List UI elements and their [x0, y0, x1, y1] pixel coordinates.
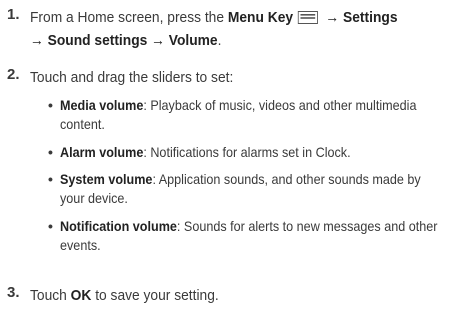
step-2: 2. Touch and drag the sliders to set:: [0, 66, 472, 90]
step-3-prefix: Touch: [30, 287, 71, 304]
step-number: 3.: [7, 284, 20, 301]
bullet-text: Media volume: Playback of music, videos …: [60, 96, 456, 134]
menu-key-icon: [297, 11, 318, 24]
instruction-document: 1. From a Home screen, press the Menu Ke…: [0, 0, 472, 310]
list-item-notification-volume: • Notification volume: Sounds for alerts…: [48, 217, 463, 257]
bullet-line-2: your device.: [60, 190, 128, 206]
bullet-marker: •: [48, 144, 53, 160]
settings-path-end: → Sound settings → Volume: [30, 32, 218, 49]
bullet-marker: •: [48, 218, 53, 234]
volume-bullet-list: • Media volume: Playback of music, video…: [48, 96, 463, 276]
settings-path-start: → Settings: [321, 9, 398, 26]
bullet-line-1: Alarm volume: Notifications for alarms s…: [60, 143, 456, 162]
bullet-text: System volume: Application sounds, and o…: [60, 170, 456, 208]
step-number: 1.: [7, 6, 20, 23]
bullet-label: System volume: [60, 171, 153, 187]
ok-label: OK: [70, 287, 92, 304]
step-1: 1. From a Home screen, press the Menu Ke…: [0, 6, 472, 56]
step-text: Touch OK to save your setting.: [30, 284, 430, 307]
step-text: Touch and drag the sliders to set:: [30, 66, 430, 89]
step-1-prefix: From a Home screen, press the: [30, 9, 228, 26]
bullet-desc: : Playback of music, videos and other mu…: [143, 97, 417, 113]
step-1-period: .: [217, 32, 222, 49]
list-item-system-volume: • System volume: Application sounds, and…: [48, 170, 463, 210]
bullet-desc: : Sounds for alerts to new messages and …: [176, 218, 438, 234]
menu-key-label: Menu Key: [227, 9, 294, 26]
list-item-media-volume: • Media volume: Playback of music, video…: [48, 96, 463, 136]
bullet-line-2: events.: [60, 237, 101, 253]
list-item-alarm-volume: • Alarm volume: Notifications for alarms…: [48, 143, 463, 163]
step-text: From a Home screen, press the Menu Key →…: [30, 6, 430, 52]
bullet-label: Alarm volume: [60, 144, 144, 160]
bullet-text: Notification volume: Sounds for alerts t…: [60, 217, 456, 255]
step-1-line-2: → Sound settings → Volume.: [30, 29, 430, 52]
bullet-line-2: content.: [60, 116, 105, 132]
bullet-line-1: Media volume: Playback of music, videos …: [60, 96, 456, 115]
step-3: 3. Touch OK to save your setting.: [0, 284, 472, 308]
bullet-desc: : Application sounds, and other sounds m…: [152, 171, 421, 187]
bullet-label: Notification volume: [60, 218, 177, 234]
bullet-line-1: Notification volume: Sounds for alerts t…: [60, 217, 456, 236]
step-number: 2.: [7, 66, 20, 83]
bullet-line-1: System volume: Application sounds, and o…: [60, 170, 456, 189]
bullet-label: Media volume: [60, 97, 144, 113]
step-3-line: Touch OK to save your setting.: [30, 284, 430, 307]
bullet-desc: : Notifications for alarms set in Clock.: [143, 144, 351, 160]
bullet-text: Alarm volume: Notifications for alarms s…: [60, 143, 456, 162]
step-2-text: Touch and drag the sliders to set:: [30, 69, 234, 86]
step-3-suffix: to save your setting.: [91, 287, 219, 304]
bullet-marker: •: [48, 97, 53, 113]
step-1-line-1: From a Home screen, press the Menu Key →…: [30, 6, 430, 29]
bullet-marker: •: [48, 171, 53, 187]
